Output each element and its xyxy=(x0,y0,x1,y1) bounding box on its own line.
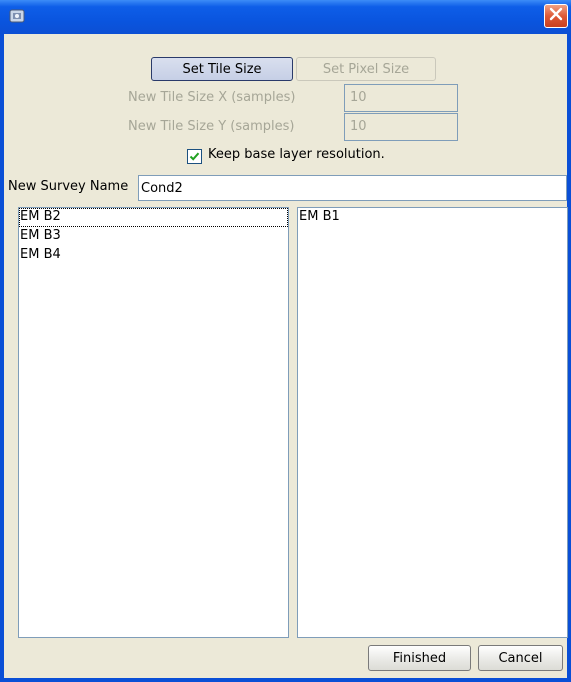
keep-resolution-label[interactable]: Keep base layer resolution. xyxy=(208,147,385,162)
finished-button[interactable]: Finished xyxy=(368,645,471,671)
set-tile-size-button[interactable]: Set Tile Size xyxy=(151,57,293,81)
list-item[interactable]: EM B4 xyxy=(19,246,288,265)
available-layers-list[interactable]: EM B2 EM B3 EM B4 xyxy=(18,207,289,638)
list-item[interactable]: EM B2 xyxy=(19,208,288,227)
cancel-button[interactable]: Cancel xyxy=(478,645,563,671)
survey-name-input[interactable] xyxy=(138,175,567,201)
set-pixel-size-button[interactable]: Set Pixel Size xyxy=(296,57,436,81)
close-icon xyxy=(549,7,563,25)
tile-size-y-field[interactable]: 10 xyxy=(344,113,458,141)
tile-size-x-label: New Tile Size X (samples) xyxy=(128,90,296,105)
tile-size-x-field[interactable]: 10 xyxy=(344,84,458,112)
survey-name-label: New Survey Name xyxy=(8,179,129,194)
list-item[interactable]: EM B3 xyxy=(19,227,288,246)
list-item[interactable]: EM B1 xyxy=(298,208,567,227)
tile-size-y-label: New Tile Size Y (samples) xyxy=(128,119,295,134)
app-icon xyxy=(8,7,26,25)
selected-layers-list[interactable]: EM B1 xyxy=(297,207,568,638)
keep-resolution-checkbox[interactable] xyxy=(187,149,202,164)
close-button[interactable] xyxy=(544,4,568,28)
title-bar[interactable] xyxy=(0,0,571,34)
checkmark-icon xyxy=(189,152,200,161)
